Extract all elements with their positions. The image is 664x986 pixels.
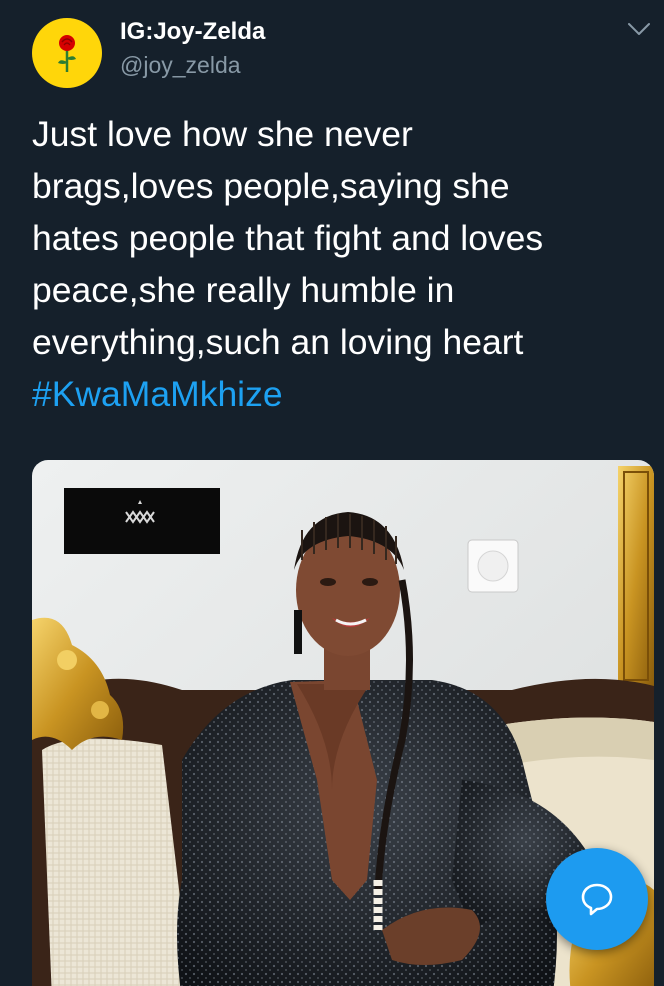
display-name[interactable]: IG:Joy-Zelda bbox=[120, 18, 265, 46]
tweet-card: IG:Joy-Zelda @joy_zelda Just love how sh… bbox=[0, 0, 664, 986]
user-handle[interactable]: @joy_zelda bbox=[120, 52, 241, 79]
hashtag-link[interactable]: #KwaMaMkhize bbox=[32, 368, 652, 420]
compose-reply-button[interactable] bbox=[546, 848, 648, 950]
chat-bubble-icon bbox=[581, 883, 613, 916]
tweet-text: Just love how she never brags,loves peop… bbox=[32, 108, 652, 420]
tweet-text-line: hates people that fight and loves bbox=[32, 218, 544, 258]
tweet-text-line: Just love how she never bbox=[32, 114, 413, 154]
tweet-text-line: everything,such an loving heart bbox=[32, 322, 524, 362]
tweet-text-line: brags,loves people,saying she bbox=[32, 166, 510, 206]
tweet-text-line: peace,she really humble in bbox=[32, 270, 455, 310]
rose-icon bbox=[58, 35, 76, 72]
avatar[interactable] bbox=[32, 18, 102, 88]
watermark-logo bbox=[64, 488, 220, 554]
chevron-down-icon[interactable] bbox=[626, 20, 652, 38]
